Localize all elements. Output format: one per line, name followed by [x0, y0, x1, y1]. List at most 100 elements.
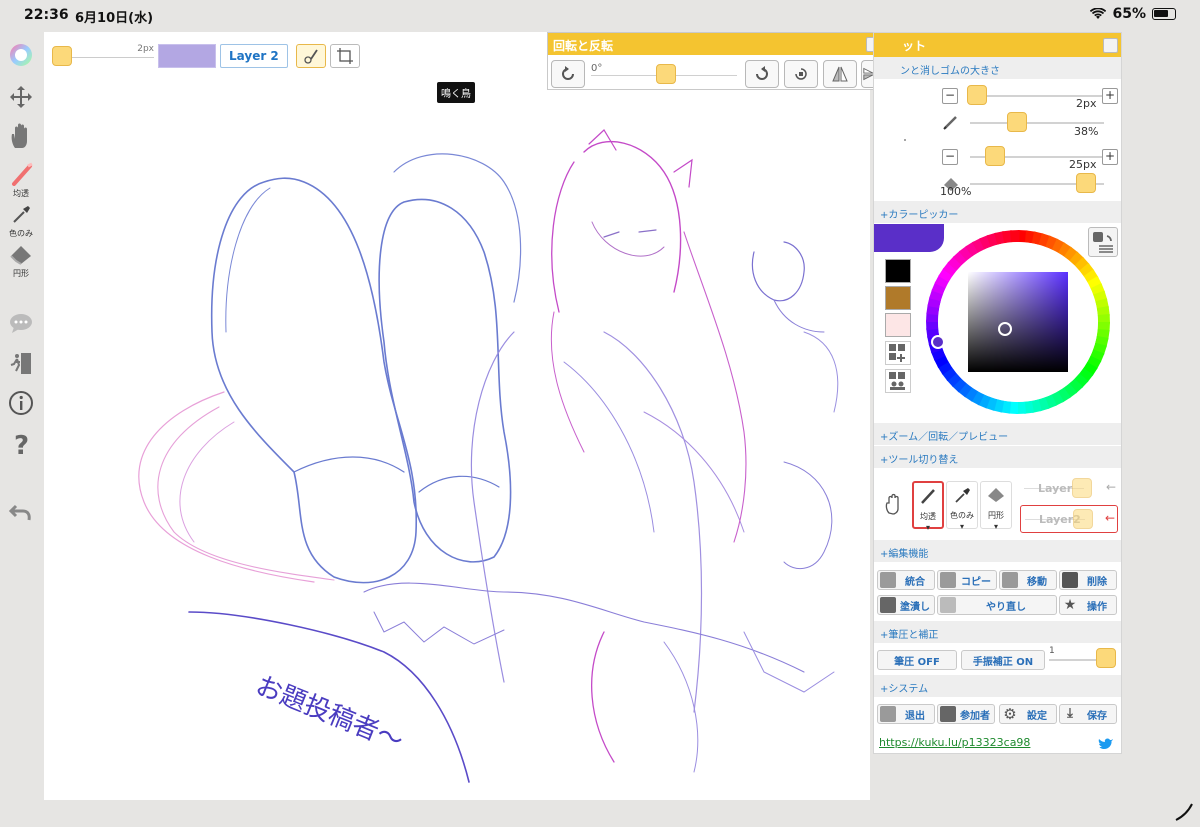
info-tool[interactable]	[0, 390, 42, 420]
right-panel-header[interactable]: ット	[874, 33, 1121, 57]
layer1-opacity-knob[interactable]	[1072, 478, 1092, 498]
right-panel-checkbox[interactable]	[1103, 38, 1118, 53]
pen-opacity-knob[interactable]	[1007, 112, 1027, 132]
redo-button[interactable]: やり直し	[937, 595, 1057, 615]
tool-switch-eraser[interactable]: 円形 ▾	[980, 481, 1012, 531]
merge-button[interactable]: 統合	[877, 570, 935, 590]
fill-bucket-icon	[880, 597, 896, 613]
system-section[interactable]: +システム	[874, 675, 1121, 697]
right-panel-title: ット	[902, 39, 927, 53]
rotate-panel-title: 回転と反転	[553, 39, 614, 53]
layer-button[interactable]: Layer 2	[220, 44, 288, 68]
color-wheel-tool[interactable]	[0, 42, 42, 72]
rotate-reset-button[interactable]	[551, 60, 585, 88]
tool-switch-dropper[interactable]: 色のみ ▾	[946, 481, 978, 531]
dropper-icon	[955, 488, 970, 503]
swatch-pink[interactable]	[885, 313, 911, 337]
add-swatch-button[interactable]	[885, 341, 911, 365]
copy-icon	[940, 572, 956, 588]
crop-icon	[336, 48, 353, 64]
flip-horizontal-button[interactable]	[823, 60, 857, 88]
tool-switch-pen[interactable]: 均透 ▾	[912, 481, 944, 532]
stabilizer-toggle-button[interactable]: 手振補正 ON	[961, 650, 1045, 670]
exit-tool[interactable]	[0, 350, 42, 380]
move-tool[interactable]	[0, 84, 42, 114]
merge-button-label: 統合	[905, 576, 925, 588]
delete-button-label: 削除	[1087, 576, 1107, 588]
fill-button[interactable]: 塗潰し	[877, 595, 935, 615]
rotate-controls: 0°	[548, 59, 873, 89]
color-picker-section[interactable]: +カラーピッカー	[874, 201, 1121, 223]
pen-size-knob[interactable]	[967, 85, 987, 105]
pen-size-minus[interactable]: −	[942, 88, 958, 104]
arrow-left-icon: ←	[1105, 480, 1116, 494]
participants-button[interactable]: 参加者	[937, 704, 995, 724]
brush-size-section[interactable]: ンと消しゴムの大きさ	[874, 57, 1121, 79]
layer-row-1[interactable]: Layer ←	[1020, 475, 1118, 503]
rotate-fine-button[interactable]	[784, 60, 818, 88]
pressure-toggle-label: 筆圧 OFF	[894, 656, 940, 668]
user-tooltip: 鳴く鳥	[437, 82, 475, 103]
current-color-swatch[interactable]	[158, 44, 216, 68]
dropper-tool[interactable]: 色のみ	[0, 202, 42, 239]
tool-switch-hand[interactable]	[878, 481, 910, 529]
redo-icon	[940, 597, 956, 613]
eraser-tool[interactable]: 円形	[0, 242, 42, 279]
rotate-panel-header[interactable]: 回転と反転	[548, 33, 881, 55]
flip-vertical-button[interactable]	[861, 60, 873, 88]
status-date: 6月10日(水)	[75, 11, 154, 26]
eraser-size-plus[interactable]: +	[1102, 149, 1118, 165]
move-button[interactable]: 移動	[999, 570, 1057, 590]
drawing-canvas[interactable]: お題投稿者〜	[44, 32, 870, 800]
color-mode-button[interactable]	[1088, 227, 1118, 257]
swatch-black[interactable]	[885, 259, 911, 283]
copy-button[interactable]: コピー	[937, 570, 997, 590]
undo-tool[interactable]	[0, 500, 42, 528]
move-button-label: 移動	[1027, 576, 1047, 588]
delete-button[interactable]: 削除	[1059, 570, 1117, 590]
brush-preview	[904, 139, 906, 141]
zoom-section[interactable]: +ズーム／回転／プレビュー	[874, 423, 1121, 445]
rotate-cw-button[interactable]	[745, 60, 779, 88]
brush-settings-button[interactable]	[295, 44, 326, 68]
brush-size-slider-knob[interactable]	[52, 46, 72, 66]
save-button[interactable]: ⤓ 保存	[1059, 704, 1117, 724]
pressure-section[interactable]: +筆圧と補正	[874, 621, 1121, 643]
settings-button[interactable]: ⚙ 設定	[999, 704, 1057, 724]
eraser-icon	[10, 246, 31, 265]
pen-icon	[921, 489, 935, 504]
canvas-handwriting: お題投稿者〜	[251, 671, 407, 757]
layer2-opacity-knob[interactable]	[1073, 509, 1093, 529]
left-toolbar: 均透 色のみ 円形 ?	[0, 32, 42, 802]
eraser-size-knob[interactable]	[985, 146, 1005, 166]
stabilizer-knob[interactable]	[1096, 648, 1116, 668]
chat-tool[interactable]	[0, 312, 42, 338]
layer-row-2[interactable]: Layer2 ←	[1020, 505, 1118, 533]
pen-size-plus[interactable]: +	[1102, 88, 1118, 104]
exit-button[interactable]: 退出	[877, 704, 935, 724]
swatch-manage-button[interactable]	[885, 369, 911, 393]
twitter-icon[interactable]	[1098, 737, 1114, 751]
pressure-toggle-button[interactable]: 筆圧 OFF	[877, 650, 957, 670]
operation-button[interactable]: ★ 操作	[1059, 595, 1117, 615]
swatch-brown[interactable]	[885, 286, 911, 310]
pencil-indicator-icon	[1175, 803, 1193, 821]
hand-tool[interactable]	[0, 122, 42, 154]
tool-switch-section[interactable]: +ツール切り替え	[874, 446, 1121, 468]
help-tool[interactable]: ?	[0, 430, 42, 462]
svg-text:?: ?	[14, 431, 29, 458]
pen-tool[interactable]: 均透	[0, 162, 42, 199]
rotate-slider-knob[interactable]	[656, 64, 676, 84]
undo-icon	[8, 504, 31, 521]
chevron-down-icon: ▾	[959, 522, 964, 531]
eraser-opacity-knob[interactable]	[1076, 173, 1096, 193]
edit-section[interactable]: +編集機能	[874, 540, 1121, 562]
pen-opacity-track[interactable]	[970, 122, 1104, 124]
room-link[interactable]: https://kuku.lu/p13323ca98	[879, 736, 1030, 749]
brush-size-slider[interactable]: 2px	[72, 44, 154, 68]
hue-ring-segment[interactable]	[1009, 230, 1020, 243]
color-wheel[interactable]	[923, 227, 1113, 417]
settings-button-label: 設定	[1027, 710, 1047, 722]
eraser-size-minus[interactable]: −	[942, 149, 958, 165]
crop-button[interactable]	[329, 44, 360, 68]
